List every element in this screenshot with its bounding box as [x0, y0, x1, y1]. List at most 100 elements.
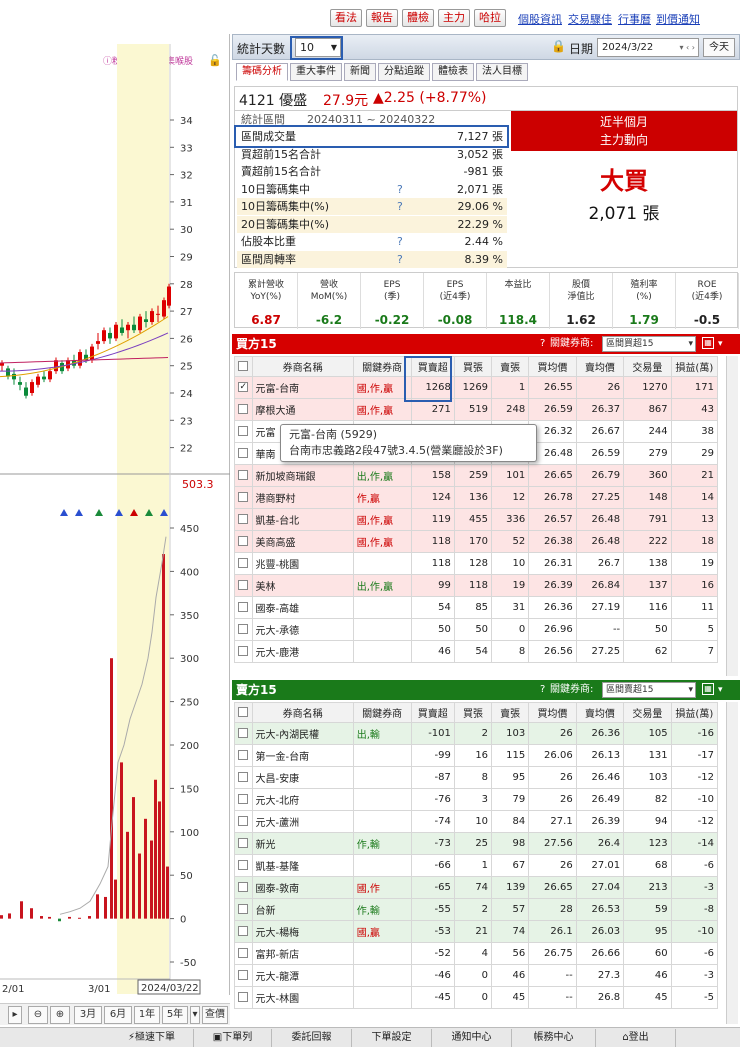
column-header[interactable]: 買賣超	[410, 356, 455, 377]
row-checkbox[interactable]	[234, 508, 253, 531]
account-center-button[interactable]: 帳務中心	[512, 1029, 596, 1047]
broker-name[interactable]: 國泰-敦南	[251, 876, 354, 899]
column-header[interactable]: 買賣超	[410, 702, 455, 723]
help-icon[interactable]: ?	[540, 680, 545, 700]
column-header[interactable]: 券商名稱	[251, 702, 354, 723]
checkup-button[interactable]: 體檢	[402, 9, 434, 27]
order-bar-button[interactable]: ▣下單列	[194, 1029, 272, 1047]
table-row[interactable]: 台新 作,輸 -55 2 57 28 26.53 59 -8	[234, 898, 719, 921]
today-button[interactable]: 今天	[703, 38, 735, 57]
calendar-link[interactable]: 行事曆	[618, 11, 651, 27]
table-row[interactable]: 兆豐-桃園 118 128 10 26.31 26.7 138 19	[234, 552, 719, 575]
broker-name[interactable]: 國泰-高雄	[251, 596, 354, 619]
stock-info-link[interactable]: 個股資訊	[518, 11, 562, 27]
row-checkbox[interactable]	[234, 464, 253, 487]
row-checkbox[interactable]	[234, 810, 253, 833]
lock-icon[interactable]: 🔒	[551, 39, 566, 53]
broker-name[interactable]: 大昌-安康	[251, 766, 354, 789]
days-select[interactable]: 10 ▼	[295, 38, 341, 57]
broker-name[interactable]: 元大-承德	[251, 618, 354, 641]
zoom-out-icon[interactable]: ⊖	[28, 1006, 48, 1024]
report-button[interactable]: 報告	[366, 9, 398, 27]
tab-checkup[interactable]: 體檢表	[432, 63, 474, 81]
tab-news[interactable]: 新聞	[344, 63, 376, 81]
table-row[interactable]: 港商野村 作,贏 124 136 12 26.78 27.25 148 14	[234, 486, 719, 509]
column-header[interactable]: 賣均價	[575, 702, 625, 723]
column-header[interactable]: 賣張	[491, 702, 530, 723]
row-checkbox[interactable]	[234, 986, 253, 1009]
broker-name[interactable]: 台新	[251, 898, 354, 921]
broker-name[interactable]: 元大-北府	[251, 788, 354, 811]
row-checkbox[interactable]: ✓	[234, 376, 253, 399]
select-all-checkbox[interactable]	[234, 702, 253, 723]
sell-select[interactable]: 區間賣超15 ▾	[602, 682, 696, 698]
column-header[interactable]: 買均價	[528, 356, 577, 377]
row-checkbox[interactable]	[234, 766, 253, 789]
row-checkbox[interactable]	[234, 722, 253, 745]
row-checkbox[interactable]	[234, 530, 253, 553]
row-checkbox[interactable]	[234, 574, 253, 597]
broker-name[interactable]: 凱基-台北	[251, 508, 354, 531]
column-header[interactable]: 賣張	[491, 356, 530, 377]
table-row[interactable]: 元大-龍潭 -46 0 46 -- 27.3 46 -3	[234, 964, 719, 987]
sell-scrollbar[interactable]	[726, 702, 738, 1024]
select-all-checkbox[interactable]	[234, 356, 253, 377]
row-checkbox[interactable]	[234, 420, 253, 443]
table-row[interactable]: 國泰-敦南 國,作 -65 74 139 26.65 27.04 213 -3	[234, 876, 719, 899]
column-header[interactable]: 損益(萬)	[670, 356, 719, 377]
table-row[interactable]: 元大-承德 50 50 0 26.96 -- 50 5	[234, 618, 719, 641]
tab-institution-target[interactable]: 法人目標	[476, 63, 528, 81]
row-checkbox[interactable]	[234, 898, 253, 921]
column-header[interactable]: 交易量	[623, 356, 672, 377]
row-checkbox[interactable]	[234, 920, 253, 943]
row-checkbox[interactable]	[234, 854, 253, 877]
menu-icon[interactable]: ▾	[718, 680, 723, 700]
broker-name[interactable]: 凱基-基隆	[251, 854, 354, 877]
broker-name[interactable]: 元大-蘆洲	[251, 810, 354, 833]
notification-center-button[interactable]: 通知中心	[432, 1029, 512, 1047]
row-checkbox[interactable]	[234, 596, 253, 619]
column-header[interactable]: 交易量	[623, 702, 672, 723]
logout-button[interactable]: ⌂登出	[596, 1029, 676, 1047]
buy-select[interactable]: 區間買超15 ▾	[602, 336, 696, 352]
column-header[interactable]: 買張	[453, 356, 493, 377]
help-icon[interactable]: ?	[397, 198, 403, 215]
table-row[interactable]: 美林 出,作,贏 99 118 19 26.39 26.84 137 16	[234, 574, 719, 597]
quick-order-button[interactable]: ⚡極速下單	[110, 1029, 194, 1047]
column-header[interactable]: 券商名稱	[251, 356, 354, 377]
broker-name[interactable]: 新光	[251, 832, 354, 855]
tab-major-events[interactable]: 重大事件	[290, 63, 342, 81]
row-checkbox[interactable]	[234, 832, 253, 855]
broker-name[interactable]: 美林	[251, 574, 354, 597]
range-5y-button[interactable]: 5年	[162, 1006, 188, 1024]
table-row[interactable]: 凱基-台北 國,作,贏 119 455 336 26.57 26.48 791 13	[234, 508, 719, 531]
row-checkbox[interactable]	[234, 788, 253, 811]
row-checkbox[interactable]	[234, 876, 253, 899]
date-input[interactable]: 2024/3/22 ▾ ‹ ›	[597, 38, 699, 57]
broker-name[interactable]: 元大-楊梅	[251, 920, 354, 943]
column-header[interactable]: 關鍵券商	[352, 356, 412, 377]
row-checkbox[interactable]	[234, 618, 253, 641]
column-header[interactable]: 關鍵券商	[352, 702, 412, 723]
broker-name[interactable]: 美商高盛	[251, 530, 354, 553]
row-checkbox[interactable]	[234, 398, 253, 421]
dropdown-icon[interactable]: ▾	[190, 1006, 200, 1024]
scroll-right-icon[interactable]: ▸	[8, 1006, 22, 1024]
range-6m-button[interactable]: 6月	[104, 1006, 132, 1024]
table-row[interactable]: 新光 作,輸 -73 25 98 27.56 26.4 123 -14	[234, 832, 719, 855]
row-checkbox[interactable]	[234, 964, 253, 987]
broker-name[interactable]: 港商野村	[251, 486, 354, 509]
table-row[interactable]: 國泰-高雄 54 85 31 26.36 27.19 116 11	[234, 596, 719, 619]
price-volume-chart[interactable]: ⓘ粉紅色區塊為集喉股 🔓 343332313029282726252423224…	[0, 34, 230, 995]
tab-branch-tracking[interactable]: 分點追蹤	[378, 63, 430, 81]
help-icon[interactable]: ?	[397, 233, 403, 250]
chat-button[interactable]: 哈拉	[474, 9, 506, 27]
row-checkbox[interactable]	[234, 442, 253, 465]
row-checkbox[interactable]	[234, 942, 253, 965]
table-row[interactable]: 富邦-新店 -52 4 56 26.75 26.66 60 -6	[234, 942, 719, 965]
broker-name[interactable]: 摩根大通	[251, 398, 354, 421]
table-row[interactable]: 元大-林園 -45 0 45 -- 26.8 45 -5	[234, 986, 719, 1009]
zoom-in-icon[interactable]: ⊕	[50, 1006, 70, 1024]
trade-link[interactable]: 交易驟佳	[568, 11, 612, 27]
column-header[interactable]: 買張	[453, 702, 493, 723]
